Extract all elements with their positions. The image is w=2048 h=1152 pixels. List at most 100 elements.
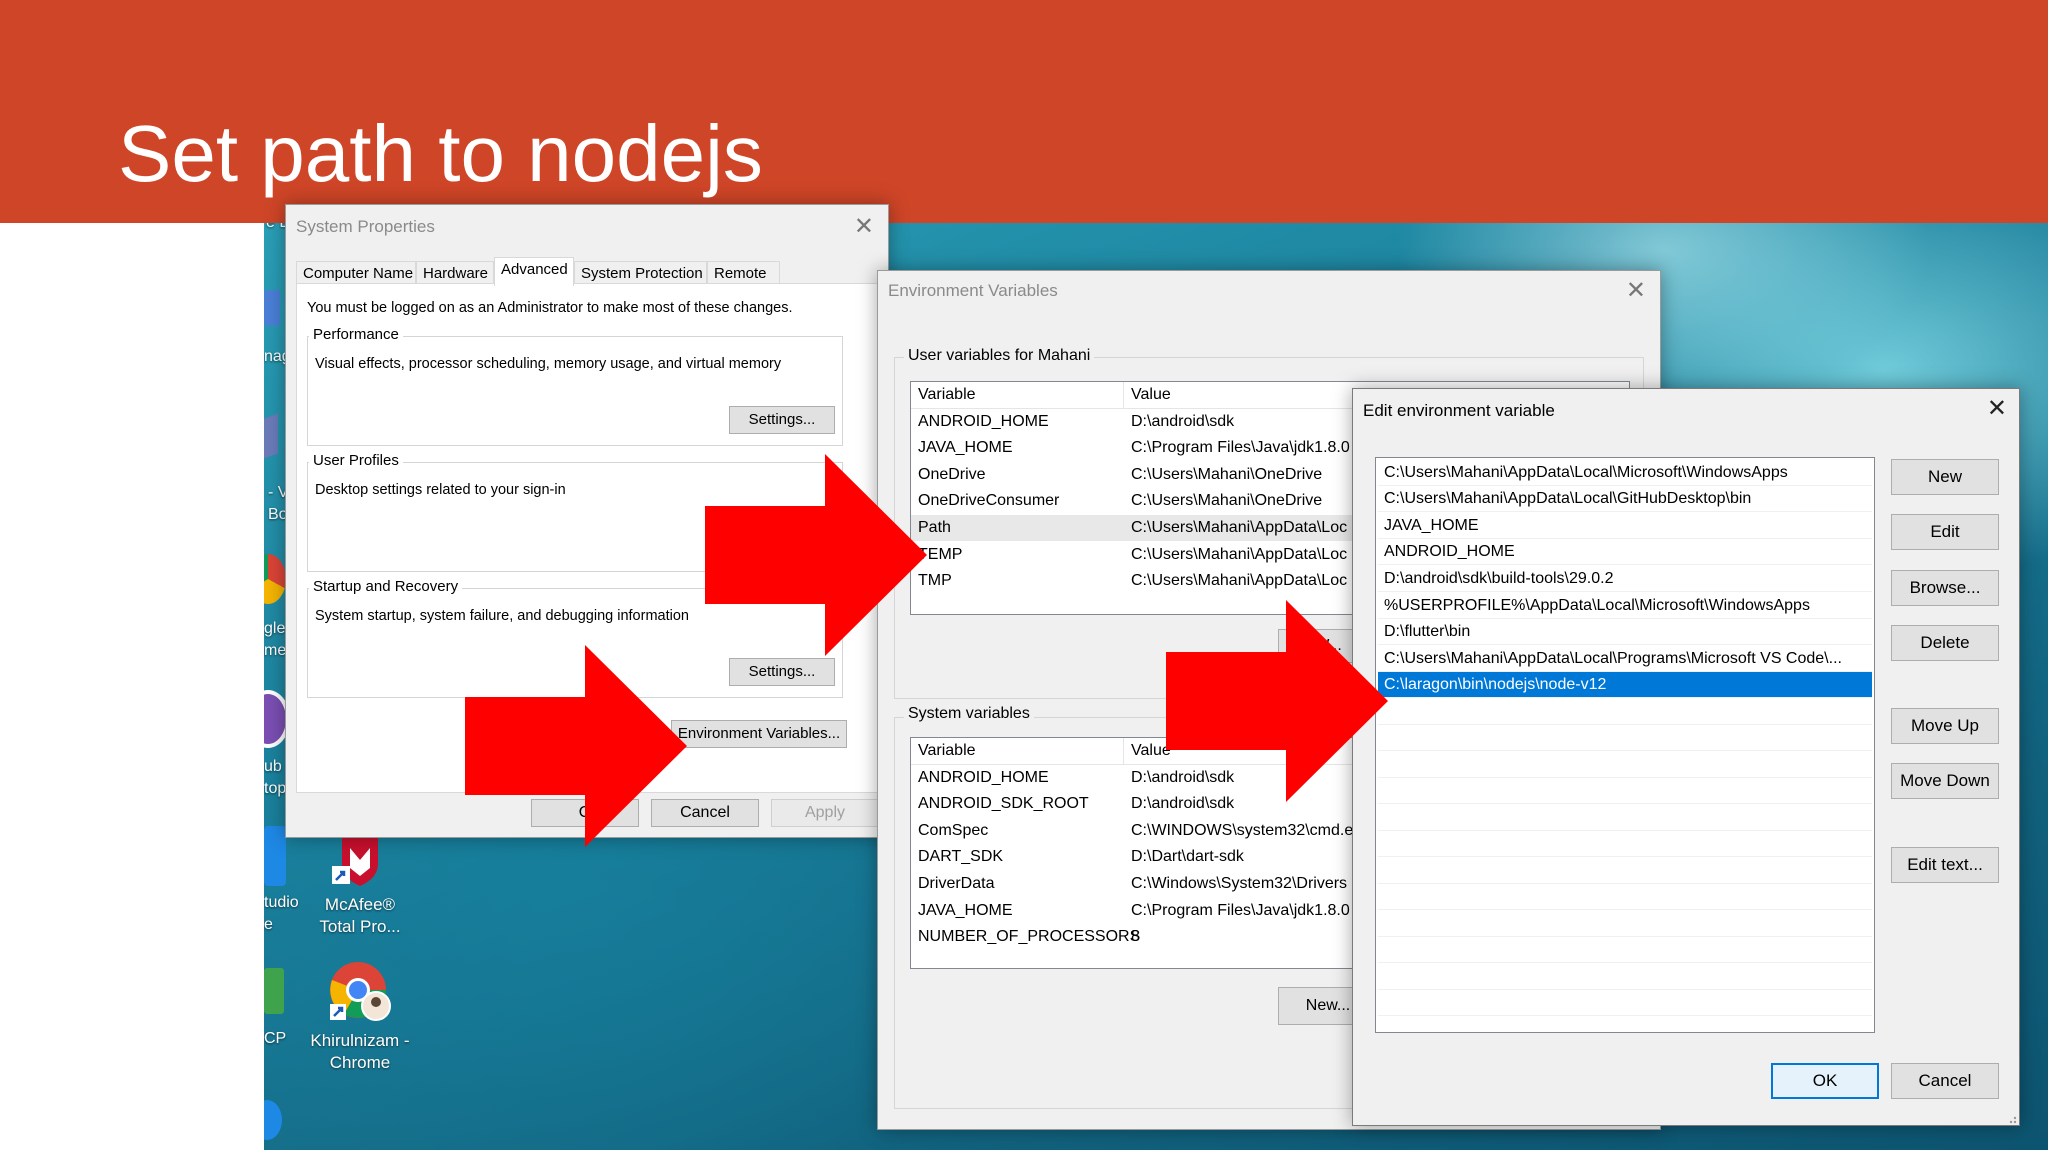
- startup-desc: System startup, system failure, and debu…: [315, 608, 689, 624]
- apply-button[interactable]: Apply: [771, 799, 879, 827]
- column-variable[interactable]: Variable: [918, 742, 976, 760]
- close-icon[interactable]: ✕: [1626, 279, 1646, 303]
- list-item[interactable]: ANDROID_HOME: [1378, 539, 1872, 565]
- virtualbox-icon[interactable]: [264, 413, 278, 459]
- tab-hardware[interactable]: Hardware: [416, 261, 494, 285]
- resize-grip-icon[interactable]: [2005, 1111, 2017, 1124]
- tab-advanced[interactable]: Advanced: [494, 257, 574, 286]
- ok-button[interactable]: OK: [1771, 1063, 1879, 1099]
- move-down-button[interactable]: Move Down: [1891, 763, 1999, 799]
- variable-name: ANDROID_SDK_ROOT: [918, 795, 1089, 812]
- desktop-icon-mcafee[interactable]: McAfee® Total Pro...: [300, 830, 420, 938]
- app-icon[interactable]: [264, 1100, 282, 1140]
- desktop-icon-label: Chrome: [329, 1053, 391, 1072]
- variable-value: D:\Dart\dart-sdk: [1131, 848, 1244, 865]
- cancel-button[interactable]: Cancel: [1891, 1063, 1999, 1099]
- performance-label: Performance: [309, 326, 403, 343]
- empty-list-row[interactable]: [1378, 725, 1872, 751]
- desktop-icon-chrome-user[interactable]: Khirulnizam - Chrome: [300, 960, 420, 1074]
- empty-list-row[interactable]: [1378, 858, 1872, 884]
- variable-name: ANDROID_HOME: [918, 413, 1049, 430]
- list-item-selected[interactable]: C:\laragon\bin\nodejs\node-v12: [1378, 672, 1872, 698]
- admin-note: You must be logged on as an Administrato…: [307, 300, 793, 316]
- chrome-icon[interactable]: [264, 554, 286, 604]
- user-variables-label: User variables for Mahani: [904, 347, 1095, 365]
- environment-variables-button[interactable]: Environment Variables...: [671, 720, 847, 748]
- empty-list-row[interactable]: [1378, 805, 1872, 831]
- variable-value: C:\Users\Mahani\OneDrive: [1131, 492, 1323, 509]
- empty-list-row[interactable]: [1378, 937, 1872, 963]
- variable-name: ComSpec: [918, 822, 989, 839]
- variable-name: DriverData: [918, 875, 995, 892]
- variable-value: C:\WINDOWS\system32\cmd.e: [1131, 822, 1354, 839]
- user-profiles-desc: Desktop settings related to your sign-in: [315, 482, 566, 498]
- variable-value: C:\Program Files\Java\jdk1.8.0: [1131, 902, 1350, 919]
- empty-list-row[interactable]: [1378, 752, 1872, 778]
- list-item[interactable]: C:\Users\Mahani\AppData\Local\Microsoft\…: [1378, 460, 1872, 486]
- desktop-edge-text: gle: [264, 620, 286, 637]
- variable-name: JAVA_HOME: [918, 902, 1013, 919]
- variable-value: C:\Program Files\Java\jdk1.8.0: [1131, 439, 1350, 456]
- list-item[interactable]: C:\Users\Mahani\AppData\Local\GitHubDesk…: [1378, 486, 1872, 512]
- variable-name: DART_SDK: [918, 848, 1004, 865]
- variable-name: NUMBER_OF_PROCESSORS: [918, 928, 1141, 945]
- red-arrow-icon: [705, 454, 927, 656]
- red-arrow-icon: [465, 645, 687, 847]
- desktop-edge-text: e: [264, 916, 273, 933]
- variable-value: C:\Users\Mahani\OneDrive: [1131, 466, 1323, 483]
- chrome-user-icon: [328, 960, 392, 1024]
- desktop-icon-label: McAfee®: [324, 895, 396, 914]
- move-up-button[interactable]: Move Up: [1891, 708, 1999, 744]
- column-separator[interactable]: [1123, 382, 1124, 408]
- desktop-edge-text: tudio: [264, 894, 299, 911]
- edit-text-button[interactable]: Edit text...: [1891, 847, 1999, 883]
- tab-system-protection[interactable]: System Protection: [574, 261, 707, 285]
- new-button[interactable]: New: [1891, 459, 1999, 495]
- list-item[interactable]: C:\Users\Mahani\AppData\Local\Programs\M…: [1378, 646, 1872, 672]
- desktop-icon-label: Total Pro...: [319, 917, 401, 936]
- close-icon[interactable]: ✕: [854, 215, 874, 239]
- column-variable[interactable]: Variable: [918, 386, 976, 404]
- slide-title: Set path to nodejs: [118, 109, 763, 198]
- empty-list-row[interactable]: [1378, 911, 1872, 937]
- chart-app-icon[interactable]: [264, 290, 280, 326]
- desktop-edge-text: CP: [264, 1030, 287, 1047]
- list-item[interactable]: JAVA_HOME: [1378, 513, 1872, 539]
- variable-value: C:\Users\Mahani\AppData\Loc: [1131, 519, 1348, 536]
- delete-button[interactable]: Delete: [1891, 625, 1999, 661]
- window-title: System Properties: [296, 217, 435, 236]
- tab-computer-name[interactable]: Computer Name: [296, 261, 416, 285]
- red-arrow-icon: [1166, 600, 1388, 802]
- variable-value: D:\android\sdk: [1131, 413, 1235, 430]
- empty-list-row[interactable]: [1378, 831, 1872, 857]
- empty-list-row[interactable]: [1378, 884, 1872, 910]
- browse-button[interactable]: Browse...: [1891, 570, 1999, 606]
- close-icon[interactable]: ✕: [1987, 397, 2007, 421]
- list-item[interactable]: D:\flutter\bin: [1378, 619, 1872, 645]
- edit-button[interactable]: Edit: [1891, 514, 1999, 550]
- variable-value: C:\Users\Mahani\AppData\Loc: [1131, 572, 1348, 589]
- desktop-icon-label: Khirulnizam -: [310, 1031, 410, 1050]
- filezilla-icon[interactable]: [264, 968, 284, 1014]
- empty-list-row[interactable]: [1378, 699, 1872, 725]
- variable-name: OneDrive: [918, 466, 986, 483]
- variable-value: C:\Windows\System32\Drivers: [1131, 875, 1348, 892]
- column-separator[interactable]: [1123, 738, 1124, 764]
- path-entries-list[interactable]: C:\Users\Mahani\AppData\Local\Microsoft\…: [1375, 457, 1875, 1033]
- visual-studio-icon[interactable]: [264, 826, 286, 886]
- column-value[interactable]: Value: [1131, 386, 1171, 404]
- performance-desc: Visual effects, processor scheduling, me…: [315, 356, 782, 372]
- empty-list-row[interactable]: [1378, 990, 1872, 1016]
- system-variables-label: System variables: [904, 705, 1034, 723]
- list-item[interactable]: %USERPROFILE%\AppData\Local\Microsoft\Wi…: [1378, 593, 1872, 619]
- empty-list-row[interactable]: [1378, 964, 1872, 990]
- edit-environment-variable-window: Edit environment variable ✕ C:\Users\Mah…: [1352, 388, 2020, 1126]
- performance-settings-button[interactable]: Settings...: [729, 406, 835, 434]
- desktop-edge-text: top: [264, 780, 287, 797]
- column-value[interactable]: Value: [1131, 742, 1171, 760]
- list-item[interactable]: D:\android\sdk\build-tools\29.0.2: [1378, 566, 1872, 592]
- empty-list-row[interactable]: [1378, 778, 1872, 804]
- tab-remote[interactable]: Remote: [707, 261, 780, 285]
- variable-value: C:\Users\Mahani\AppData\Loc: [1131, 546, 1348, 563]
- startup-settings-button[interactable]: Settings...: [729, 658, 835, 686]
